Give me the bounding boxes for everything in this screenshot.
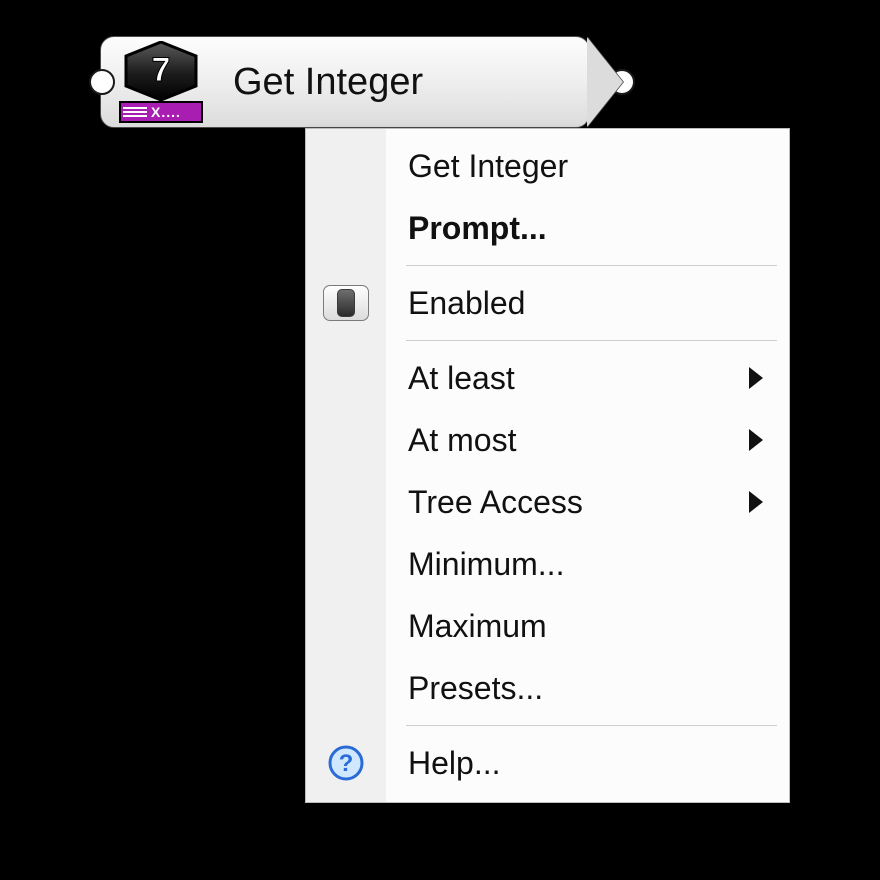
enabled-toggle-icon — [323, 285, 369, 321]
menu-item-label: Tree Access — [386, 484, 737, 521]
node-input-port[interactable] — [89, 69, 115, 95]
integer-hex-icon: 7 — [123, 41, 199, 101]
menu-item-help[interactable]: ? Help... — [306, 732, 789, 794]
menu-item-enabled[interactable]: Enabled — [306, 272, 789, 334]
svg-text:?: ? — [339, 750, 354, 777]
menu-item-minimum[interactable]: Minimum... — [306, 533, 789, 595]
integer-icon-number: 7 — [152, 51, 171, 89]
menu-item-label: Enabled — [386, 285, 763, 322]
node-output-port[interactable] — [609, 69, 635, 95]
submenu-arrow-icon — [749, 491, 763, 513]
menu-separator — [406, 725, 777, 726]
menu-item-label: Get Integer — [386, 148, 763, 185]
menu-item-label: Minimum... — [386, 546, 763, 583]
menu-item-gutter — [306, 285, 386, 321]
variable-bar-text: X.... — [151, 104, 181, 120]
help-icon: ? — [327, 744, 365, 782]
menu-separator — [406, 340, 777, 341]
menu-item-label: Maximum — [386, 608, 763, 645]
menu-item-label: Prompt... — [386, 210, 763, 247]
submenu-arrow-icon — [749, 429, 763, 451]
submenu-arrow-icon — [749, 367, 763, 389]
variable-bar-icon: X.... — [119, 101, 203, 123]
menu-item-label: At most — [386, 422, 737, 459]
menu-item-presets[interactable]: Presets... — [306, 657, 789, 719]
menu-separator — [406, 265, 777, 266]
node-get-integer[interactable]: 7 X.... Get Integer — [100, 36, 590, 128]
menu-item-label: Presets... — [386, 670, 763, 707]
menu-item-label: Help... — [386, 745, 763, 782]
menu-item-title: Get Integer — [306, 135, 789, 197]
menu-item-gutter: ? — [306, 744, 386, 782]
menu-item-maximum[interactable]: Maximum — [306, 595, 789, 657]
context-menu: Get Integer Prompt... Enabled At least At mo… — [305, 128, 790, 803]
menu-item-atmost[interactable]: At most — [306, 409, 789, 471]
menu-item-prompt[interactable]: Prompt... — [306, 197, 789, 259]
node-icon: 7 X.... — [119, 41, 203, 123]
menu-item-atleast[interactable]: At least — [306, 347, 789, 409]
menu-item-treeaccess[interactable]: Tree Access — [306, 471, 789, 533]
node-title: Get Integer — [233, 61, 423, 104]
menu-item-label: At least — [386, 360, 737, 397]
